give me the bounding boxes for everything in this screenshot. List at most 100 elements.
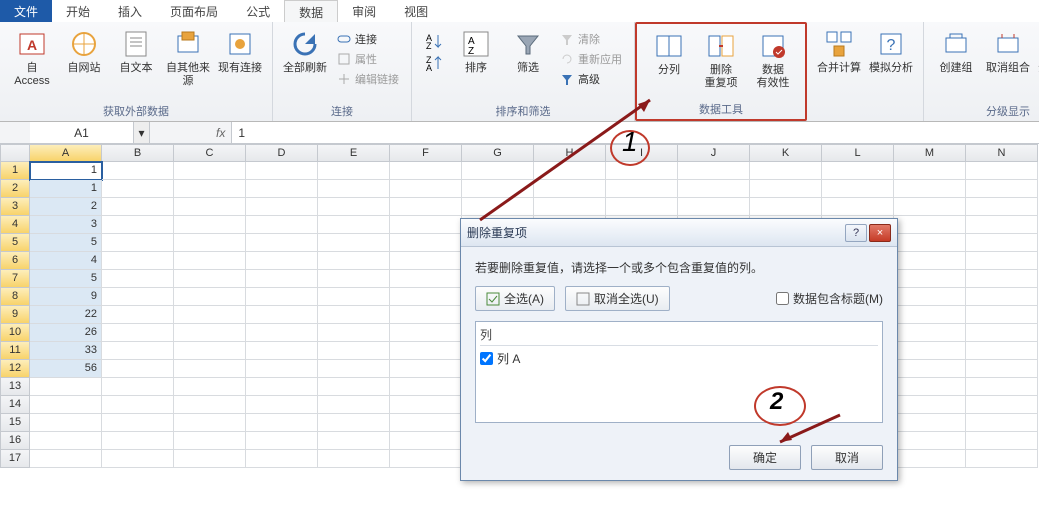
cell-C6[interactable] xyxy=(174,252,246,270)
cell-A10[interactable]: 26 xyxy=(30,324,102,342)
cell-A13[interactable] xyxy=(30,378,102,396)
cell-C1[interactable] xyxy=(174,162,246,180)
row-header-4[interactable]: 4 xyxy=(0,216,30,234)
btn-text-to-columns[interactable]: 分列 xyxy=(645,28,693,79)
cell-A8[interactable]: 9 xyxy=(30,288,102,306)
name-box-dropdown[interactable]: ▾ xyxy=(133,122,149,143)
cell-D9[interactable] xyxy=(246,306,318,324)
cell-E10[interactable] xyxy=(318,324,390,342)
cell-F4[interactable] xyxy=(390,216,462,234)
cell-F12[interactable] xyxy=(390,360,462,378)
row-header-6[interactable]: 6 xyxy=(0,252,30,270)
cell-C5[interactable] xyxy=(174,234,246,252)
row-header-2[interactable]: 2 xyxy=(0,180,30,198)
cell-B9[interactable] xyxy=(102,306,174,324)
columns-listbox[interactable]: 列 列 A xyxy=(475,321,883,423)
dialog-titlebar[interactable]: 删除重复项 ? × xyxy=(461,219,897,247)
btn-from-access[interactable]: A自 Access xyxy=(8,26,56,90)
cell-K2[interactable] xyxy=(750,180,822,198)
cell-C12[interactable] xyxy=(174,360,246,378)
cell-M12[interactable] xyxy=(894,360,966,378)
row-header-9[interactable]: 9 xyxy=(0,306,30,324)
btn-remove-duplicates[interactable]: 删除 重复项 xyxy=(697,28,745,92)
cell-A11[interactable]: 33 xyxy=(30,342,102,360)
cell-B11[interactable] xyxy=(102,342,174,360)
cell-N12[interactable] xyxy=(966,360,1038,378)
cell-F5[interactable] xyxy=(390,234,462,252)
tab-home[interactable]: 开始 xyxy=(52,0,104,22)
col-header-F[interactable]: F xyxy=(390,144,462,162)
cell-L1[interactable] xyxy=(822,162,894,180)
cell-I3[interactable] xyxy=(606,198,678,216)
cell-F13[interactable] xyxy=(390,378,462,396)
cell-I2[interactable] xyxy=(606,180,678,198)
tab-insert[interactable]: 插入 xyxy=(104,0,156,22)
col-header-A[interactable]: A xyxy=(30,144,102,162)
cell-N2[interactable] xyxy=(966,180,1038,198)
cell-E12[interactable] xyxy=(318,360,390,378)
cell-E7[interactable] xyxy=(318,270,390,288)
btn-ungroup[interactable]: 取消组合 xyxy=(984,26,1032,77)
cell-C4[interactable] xyxy=(174,216,246,234)
cell-B2[interactable] xyxy=(102,180,174,198)
cell-M6[interactable] xyxy=(894,252,966,270)
cell-M4[interactable] xyxy=(894,216,966,234)
cell-A2[interactable]: 1 xyxy=(30,180,102,198)
row-header-15[interactable]: 15 xyxy=(0,414,30,432)
cell-E15[interactable] xyxy=(318,414,390,432)
cell-B6[interactable] xyxy=(102,252,174,270)
cell-H1[interactable] xyxy=(534,162,606,180)
name-box[interactable]: A1 xyxy=(30,126,133,140)
cell-D16[interactable] xyxy=(246,432,318,450)
cell-B15[interactable] xyxy=(102,414,174,432)
cell-E14[interactable] xyxy=(318,396,390,414)
tab-formula[interactable]: 公式 xyxy=(232,0,284,22)
cell-N7[interactable] xyxy=(966,270,1038,288)
cell-E6[interactable] xyxy=(318,252,390,270)
cell-N13[interactable] xyxy=(966,378,1038,396)
cell-A6[interactable]: 4 xyxy=(30,252,102,270)
cell-A12[interactable]: 56 xyxy=(30,360,102,378)
cell-D6[interactable] xyxy=(246,252,318,270)
cell-E4[interactable] xyxy=(318,216,390,234)
btn-refresh-all[interactable]: 全部刷新 xyxy=(281,26,329,77)
cell-A9[interactable]: 22 xyxy=(30,306,102,324)
cell-B13[interactable] xyxy=(102,378,174,396)
cell-C10[interactable] xyxy=(174,324,246,342)
cell-M2[interactable] xyxy=(894,180,966,198)
cell-N11[interactable] xyxy=(966,342,1038,360)
cell-N8[interactable] xyxy=(966,288,1038,306)
cell-B5[interactable] xyxy=(102,234,174,252)
cell-B8[interactable] xyxy=(102,288,174,306)
cell-J2[interactable] xyxy=(678,180,750,198)
cell-J1[interactable] xyxy=(678,162,750,180)
cell-C8[interactable] xyxy=(174,288,246,306)
cell-F14[interactable] xyxy=(390,396,462,414)
btn-filter[interactable]: 筛选 xyxy=(504,26,552,77)
cell-C11[interactable] xyxy=(174,342,246,360)
cell-A14[interactable] xyxy=(30,396,102,414)
btn-advanced[interactable]: 高级 xyxy=(556,70,626,88)
cell-C15[interactable] xyxy=(174,414,246,432)
row-header-5[interactable]: 5 xyxy=(0,234,30,252)
cell-A16[interactable] xyxy=(30,432,102,450)
cell-N1[interactable] xyxy=(966,162,1038,180)
cell-D8[interactable] xyxy=(246,288,318,306)
fx-label[interactable]: fx xyxy=(210,126,231,140)
cell-F6[interactable] xyxy=(390,252,462,270)
cell-C7[interactable] xyxy=(174,270,246,288)
btn-connections[interactable]: 连接 xyxy=(333,30,403,48)
cell-A1[interactable]: 1 xyxy=(30,162,102,180)
cell-F2[interactable] xyxy=(390,180,462,198)
cell-M8[interactable] xyxy=(894,288,966,306)
cell-N3[interactable] xyxy=(966,198,1038,216)
cell-B12[interactable] xyxy=(102,360,174,378)
select-all-button[interactable]: 全选(A) xyxy=(475,286,555,311)
cell-N17[interactable] xyxy=(966,450,1038,468)
btn-sort[interactable]: AZ排序 xyxy=(452,26,500,77)
cell-B3[interactable] xyxy=(102,198,174,216)
cell-M3[interactable] xyxy=(894,198,966,216)
cell-A7[interactable]: 5 xyxy=(30,270,102,288)
cell-F8[interactable] xyxy=(390,288,462,306)
cell-F7[interactable] xyxy=(390,270,462,288)
